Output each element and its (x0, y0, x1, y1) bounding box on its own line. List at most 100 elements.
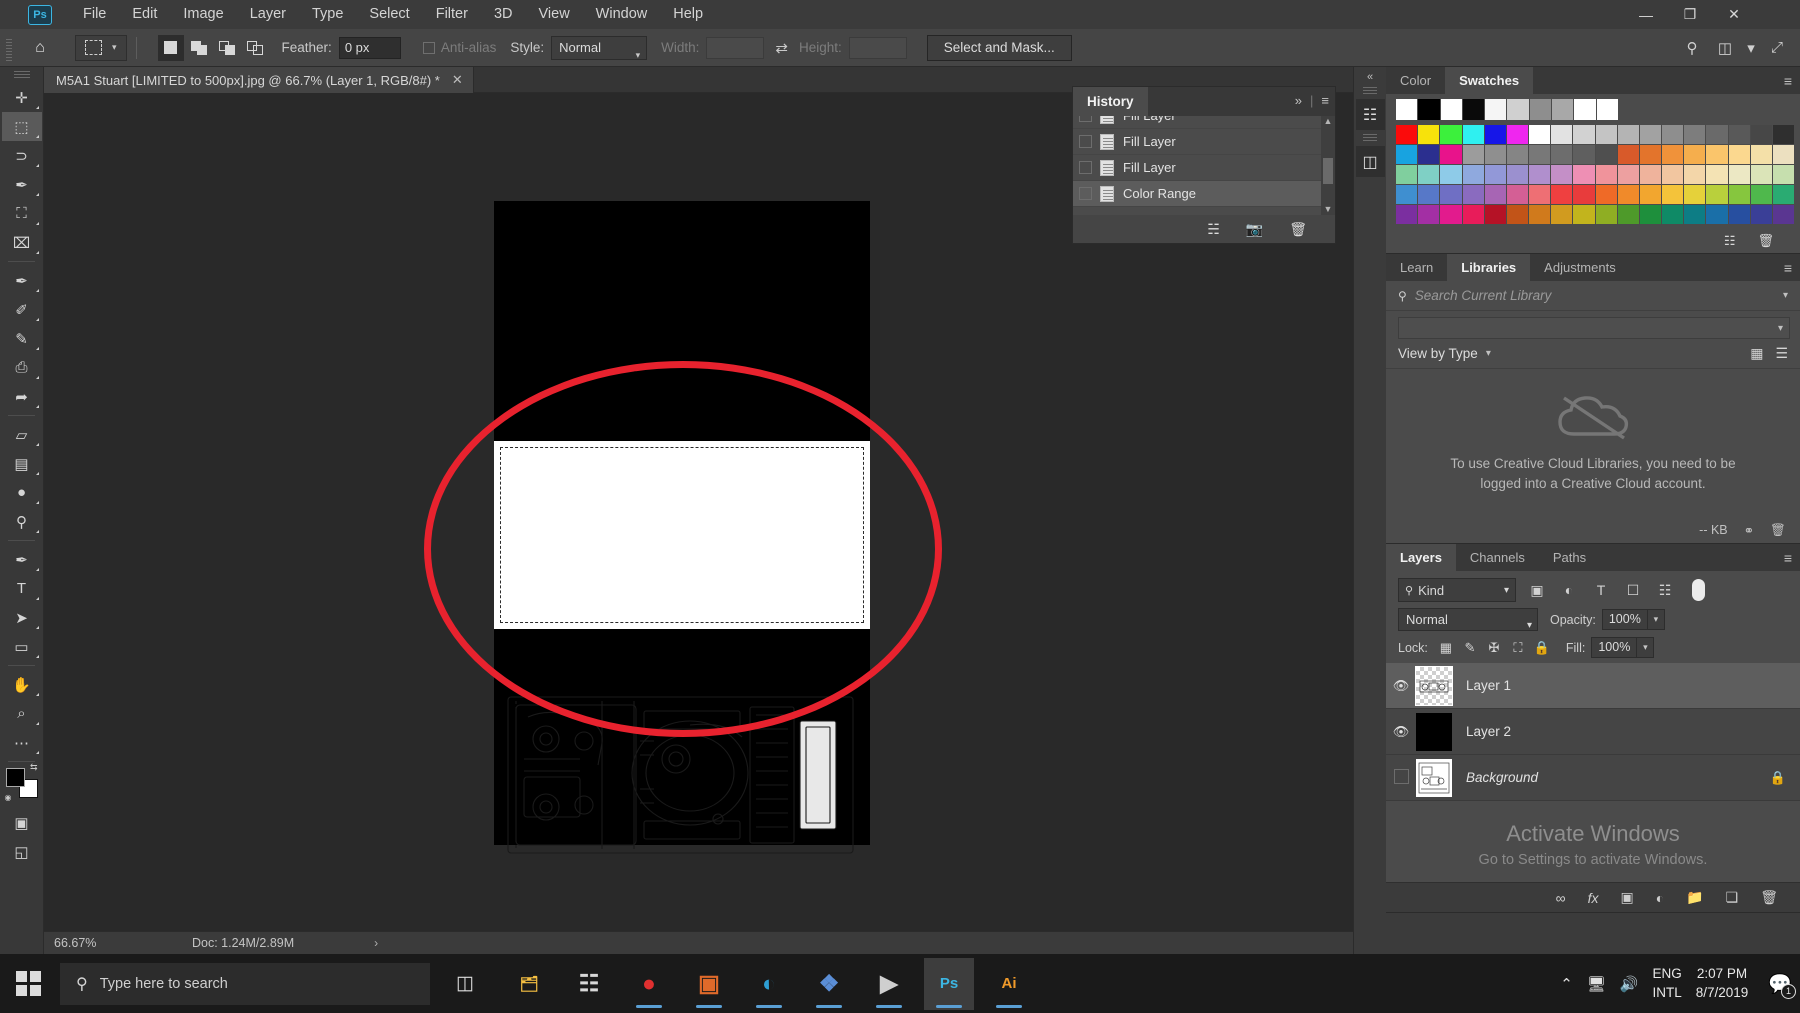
history-snapshot-checkbox[interactable] (1079, 161, 1092, 174)
swatch[interactable] (1440, 145, 1462, 164)
start-button[interactable] (0, 954, 56, 1013)
swatch[interactable] (1551, 125, 1573, 144)
file-explorer-icon[interactable]: 🗂 (504, 958, 554, 1010)
swatch[interactable] (1484, 145, 1506, 164)
type-tool[interactable]: T (2, 574, 42, 603)
history-snapshot-checkbox[interactable] (1079, 116, 1092, 122)
swatch[interactable] (1595, 145, 1617, 164)
brush-tool[interactable]: ✎ (2, 324, 42, 353)
tab-adjustments[interactable]: Adjustments (1530, 254, 1630, 281)
rail-grip[interactable] (1363, 134, 1377, 142)
swatch[interactable] (1706, 145, 1728, 164)
scrollbar-thumb[interactable] (1323, 158, 1333, 184)
swatch[interactable] (1750, 165, 1772, 184)
action-center-icon[interactable]: 💬 1 (1768, 972, 1796, 999)
swatch[interactable] (1684, 205, 1706, 224)
menu-help[interactable]: Help (660, 0, 716, 29)
swatch[interactable] (1418, 125, 1440, 144)
layer-visibility-toggle[interactable]: 👁 (1386, 678, 1416, 694)
swatch-grid[interactable] (1386, 94, 1800, 231)
swatch[interactable] (1595, 185, 1617, 204)
volume-icon[interactable]: 🔊 (1620, 975, 1639, 993)
video-editor-icon[interactable]: ▶ (864, 958, 914, 1010)
menu-layer[interactable]: Layer (237, 0, 299, 29)
zoom-level[interactable]: 66.67% (44, 936, 122, 950)
swatch[interactable] (1506, 185, 1529, 204)
document-tab[interactable]: M5A1 Stuart [LIMITED to 500px].jpg @ 66.… (44, 67, 474, 93)
swatch[interactable] (1684, 145, 1706, 164)
history-snapshot-checkbox[interactable] (1079, 187, 1092, 200)
close-icon[interactable]: ✕ (452, 72, 463, 88)
swatch[interactable] (1552, 99, 1574, 120)
delete-icon[interactable]: 🗑 (1289, 221, 1307, 238)
swatch[interactable] (1396, 99, 1418, 120)
tool-preset-picker[interactable]: ▾ (75, 34, 127, 61)
swatch[interactable] (1706, 205, 1728, 224)
swatch[interactable] (1484, 185, 1506, 204)
swatch[interactable] (1728, 185, 1750, 204)
spot-healing-brush-tool[interactable]: ✐ (2, 295, 42, 324)
swatch[interactable] (1462, 185, 1484, 204)
swatch[interactable] (1551, 185, 1573, 204)
network-icon[interactable]: 🖥 (1587, 975, 1606, 993)
swatch[interactable] (1506, 205, 1529, 224)
close-button[interactable]: ✕ (1712, 0, 1756, 29)
history-item[interactable]: Fill Layer (1073, 155, 1335, 181)
menu-filter[interactable]: Filter (423, 0, 481, 29)
library-select[interactable]: ▾ (1398, 317, 1790, 339)
type-filter-icon[interactable]: T (1590, 582, 1612, 598)
layer-filter-kind-select[interactable]: ⚲ Kind ▾ (1398, 578, 1516, 602)
smart-object-filter-icon[interactable]: ☷ (1654, 582, 1676, 599)
adjustment-layer-icon[interactable]: ◐ (1656, 890, 1664, 906)
swatch[interactable] (1595, 205, 1617, 224)
swatch[interactable] (1706, 125, 1728, 144)
swatch[interactable] (1772, 205, 1795, 224)
swatch[interactable] (1440, 185, 1462, 204)
3d-panel-icon[interactable]: ◫ (1355, 146, 1385, 177)
swatch[interactable] (1750, 125, 1772, 144)
swatch[interactable] (1418, 145, 1440, 164)
swatch[interactable] (1728, 125, 1750, 144)
create-snapshot-icon[interactable]: 📷 (1246, 221, 1263, 238)
chevron-down-icon[interactable]: ▾ (1486, 348, 1491, 359)
edge-browser-icon[interactable]: ◐ (744, 958, 794, 1010)
swatch[interactable] (1484, 125, 1506, 144)
swatch[interactable] (1396, 205, 1418, 224)
clock[interactable]: 2:07 PM 8/7/2019 (1696, 965, 1749, 1001)
maximize-button[interactable]: ❐ (1668, 0, 1712, 29)
filter-toggle[interactable] (1692, 579, 1705, 601)
swatch[interactable] (1617, 185, 1639, 204)
screen-mode-icon[interactable]: ◱ (2, 837, 42, 866)
swatch[interactable] (1639, 205, 1662, 224)
move-tool[interactable]: ✛ (2, 83, 42, 112)
blur-tool[interactable]: ● (2, 478, 42, 507)
swatch[interactable] (1573, 165, 1595, 184)
swatch[interactable] (1396, 185, 1418, 204)
swatch[interactable] (1551, 165, 1573, 184)
swap-colors-icon[interactable]: ⇆ (30, 762, 38, 773)
path-selection-tool[interactable]: ➤ (2, 603, 42, 632)
layer-thumbnail[interactable] (1416, 712, 1452, 751)
swatch[interactable] (1596, 99, 1618, 120)
zoom-tool[interactable]: ⌕ (2, 699, 42, 728)
swatch[interactable] (1617, 205, 1639, 224)
dodge-tool[interactable]: ⚲ (2, 507, 42, 536)
tab-layers[interactable]: Layers (1386, 544, 1456, 571)
history-snapshot-checkbox[interactable] (1079, 135, 1092, 148)
swatch[interactable] (1662, 165, 1684, 184)
status-expand-icon[interactable]: › (294, 936, 378, 950)
swatch[interactable] (1639, 125, 1662, 144)
clone-stamp-tool[interactable]: ⎙ (2, 353, 42, 382)
menu-view[interactable]: View (526, 0, 583, 29)
hand-tool[interactable]: ✋ (2, 670, 42, 699)
swatch[interactable] (1573, 145, 1595, 164)
fill-input[interactable]: 100% (1591, 637, 1638, 658)
swatch[interactable] (1595, 125, 1617, 144)
list-view-icon[interactable]: ☰ (1775, 345, 1788, 362)
swatch[interactable] (1396, 145, 1418, 164)
swatch[interactable] (1506, 125, 1529, 144)
tray-overflow-icon[interactable]: ⌃ (1560, 975, 1573, 993)
quick-mask-icon[interactable]: ▣ (2, 808, 42, 837)
swatch[interactable] (1684, 165, 1706, 184)
taskbar-search[interactable]: ⚲ Type here to search (60, 962, 430, 1005)
